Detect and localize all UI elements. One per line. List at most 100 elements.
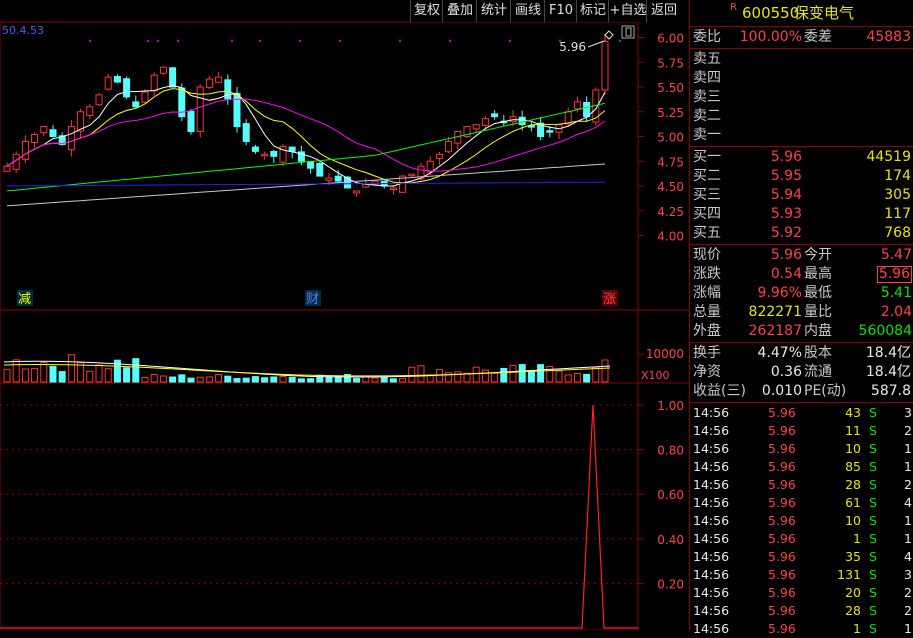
volume-bar bbox=[297, 378, 305, 383]
volume-bar bbox=[270, 376, 278, 383]
ask-row: 卖四 bbox=[690, 69, 913, 88]
tick-row: 14:56 5.96 28 S 2 bbox=[690, 476, 913, 494]
signal-dot bbox=[230, 39, 234, 43]
candle-body bbox=[491, 113, 499, 118]
bid-volume: 305 bbox=[884, 187, 911, 203]
event-marker-1[interactable]: 财 bbox=[306, 292, 319, 307]
indicator-line bbox=[0, 404, 638, 629]
signal-dot bbox=[338, 39, 342, 43]
volume-bar bbox=[40, 362, 48, 383]
tick-time: 14:56 bbox=[693, 567, 730, 582]
tick-volume: 10 bbox=[845, 513, 861, 528]
volume-bar bbox=[491, 372, 499, 383]
candle-body bbox=[187, 110, 195, 133]
bid-label: 买五 bbox=[693, 225, 721, 241]
bid-row[interactable]: 买四 5.93 117 bbox=[690, 205, 913, 224]
candle-body bbox=[389, 187, 397, 190]
stat-value: 262187 bbox=[748, 323, 802, 339]
price-tick-label: 5.00 bbox=[657, 131, 684, 145]
tick-row: 14:56 5.96 43 S 3 bbox=[690, 404, 913, 422]
volume-bar bbox=[546, 365, 554, 383]
volume-bar bbox=[371, 377, 379, 383]
bid-price: 5.94 bbox=[770, 187, 802, 203]
toolbar-button-6[interactable]: +自选 bbox=[608, 0, 647, 22]
bid-row[interactable]: 买二 5.95 174 bbox=[690, 167, 913, 186]
bid-price: 5.96 bbox=[770, 149, 802, 165]
tick-side: S bbox=[869, 621, 877, 636]
event-marker-2[interactable]: 涨 bbox=[603, 292, 616, 307]
tick-list[interactable]: 14:56 5.96 43 S 3 14:56 5.96 11 S 2 14:56 5.96 10 S 1 1… bbox=[690, 403, 913, 638]
candle-body bbox=[334, 175, 342, 182]
tick-row: 14:56 5.96 1 S 1 bbox=[690, 530, 913, 548]
tick-count: 1 bbox=[904, 513, 912, 528]
bid-row[interactable]: 买一 5.96 44519 bbox=[690, 148, 913, 167]
candle-body bbox=[270, 151, 278, 157]
tick-volume: 10 bbox=[845, 441, 861, 456]
candle-body bbox=[123, 78, 131, 98]
finance-label: 净资 bbox=[693, 364, 721, 380]
kline-chart[interactable]: 6.00 5.75 5.50 5.25 5.00 4.75 4.50 4.25 4.00 50.4… bbox=[0, 0, 689, 630]
tick-time: 14:56 bbox=[693, 477, 730, 492]
volume-bar bbox=[555, 370, 563, 383]
tick-row: 14:56 5.96 20 S 2 bbox=[690, 584, 913, 602]
tick-row: 14:56 5.96 1 S 1 bbox=[690, 620, 913, 638]
tick-volume: 85 bbox=[845, 459, 861, 474]
volume-bar bbox=[426, 375, 434, 383]
volume-bar bbox=[159, 375, 167, 383]
bid-row[interactable]: 买五 5.92 768 bbox=[690, 224, 913, 243]
tick-side: S bbox=[869, 567, 877, 582]
volume-bar bbox=[537, 364, 545, 383]
toolbar-button-5[interactable]: 标记 bbox=[576, 0, 609, 22]
volume-bar bbox=[3, 368, 11, 383]
tick-count: 2 bbox=[904, 585, 912, 600]
tick-time: 14:56 bbox=[693, 621, 730, 636]
tick-row: 14:56 5.96 11 S 2 bbox=[690, 422, 913, 440]
bid-volume: 44519 bbox=[866, 149, 911, 165]
stat-label-2: 最低 bbox=[804, 285, 832, 301]
stock-name: 保变电气 bbox=[794, 4, 855, 22]
tick-row: 14:56 5.96 61 S 4 bbox=[690, 494, 913, 512]
tick-price: 5.96 bbox=[768, 495, 796, 510]
volume-bar bbox=[58, 371, 66, 383]
stat-row: 现价 5.96 今开 5.47 bbox=[690, 246, 913, 265]
rzrq-badge: R bbox=[730, 2, 737, 13]
tick-price: 5.96 bbox=[768, 549, 796, 564]
stat-value-2: 5.47 bbox=[880, 247, 912, 263]
tick-volume: 11 bbox=[845, 423, 861, 438]
indicator-tick-label: 0.40 bbox=[657, 533, 684, 547]
volume-bar bbox=[325, 376, 333, 383]
indicator-tick-label: 0.60 bbox=[657, 488, 684, 502]
volume-bar bbox=[573, 372, 581, 383]
stat-value-2: 5.41 bbox=[880, 285, 912, 301]
stat-label-2: 今开 bbox=[804, 247, 832, 263]
toolbar-button-3[interactable]: 画线 bbox=[510, 0, 545, 22]
volume-bar bbox=[408, 366, 416, 383]
tick-side: S bbox=[869, 477, 877, 492]
volume-bar bbox=[104, 368, 112, 383]
tick-count: 1 bbox=[904, 459, 912, 474]
ask-label: 卖一 bbox=[693, 127, 721, 143]
finance-value: 0.010 bbox=[761, 383, 802, 399]
toolbar-button-1[interactable]: 叠加 bbox=[442, 0, 477, 22]
candle-body bbox=[169, 67, 177, 88]
volume-bar bbox=[141, 376, 149, 383]
volume-bar bbox=[224, 375, 232, 383]
tick-volume: 1 bbox=[853, 531, 861, 546]
toolbar-button-4[interactable]: F10 bbox=[544, 0, 577, 22]
volume-bar bbox=[481, 369, 489, 383]
bid-row[interactable]: 买三 5.94 305 bbox=[690, 186, 913, 205]
toolbar-button-0[interactable]: 复权 bbox=[410, 0, 443, 22]
candle-body bbox=[509, 116, 517, 123]
tick-count: 2 bbox=[904, 603, 912, 618]
tick-volume: 28 bbox=[845, 603, 861, 618]
volume-bar bbox=[279, 375, 287, 383]
signal-dot bbox=[258, 39, 262, 43]
candle-body bbox=[31, 134, 39, 144]
toolbar-button-2[interactable]: 统计 bbox=[476, 0, 511, 22]
tick-count: 2 bbox=[904, 477, 912, 492]
stat-row: 总量 822271 量比 2.04 bbox=[690, 303, 913, 322]
toolbar-button-7[interactable]: 返回 bbox=[646, 0, 681, 22]
stat-value-2: 560084 bbox=[858, 323, 912, 339]
event-marker-0[interactable]: 减 bbox=[18, 292, 31, 307]
ask-label: 卖五 bbox=[693, 51, 721, 67]
